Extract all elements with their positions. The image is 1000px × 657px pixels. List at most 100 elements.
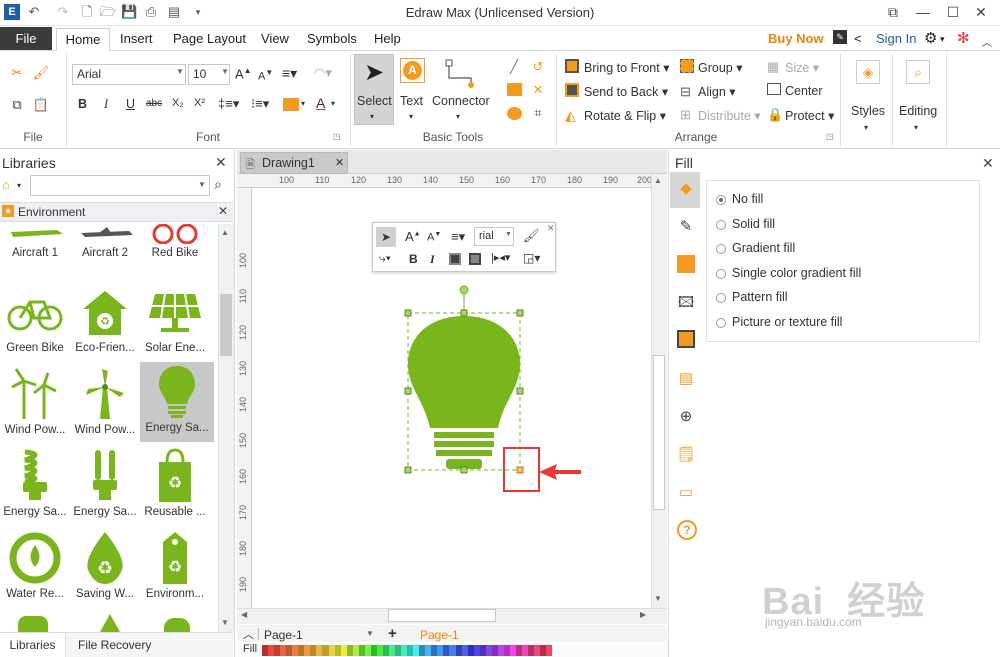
tab-page-layout[interactable]: Page Layout	[173, 31, 246, 46]
library-item-selected[interactable]: Energy Sa...	[140, 362, 214, 442]
radio-selected[interactable]	[716, 194, 726, 205]
fill-option-no-fill[interactable]: No fill	[716, 192, 763, 206]
send-back-icon[interactable]	[469, 253, 481, 265]
fill-option-solid[interactable]: Solid fill	[716, 217, 775, 231]
restore-icon[interactable]: ⧉	[878, 2, 908, 22]
close-icon[interactable]: ✕	[547, 223, 555, 234]
resize-handle[interactable]	[404, 309, 412, 317]
settings-dropdown-icon[interactable]: ▾	[940, 34, 945, 45]
buy-now-link[interactable]: Buy Now	[768, 31, 824, 46]
rotation-handle[interactable]	[459, 285, 469, 295]
format-painter-icon[interactable]: 🖌	[32, 64, 50, 82]
size-button[interactable]: Size ▾	[785, 60, 819, 75]
tab-symbols[interactable]: Symbols	[307, 31, 357, 46]
subscript-icon[interactable]: X₂	[172, 97, 184, 109]
library-item-partial[interactable]	[100, 614, 120, 632]
chevron-down-icon[interactable]: ▾	[864, 123, 868, 132]
shrink-font-icon[interactable]: A▼	[427, 231, 441, 244]
scroll-thumb[interactable]	[388, 609, 496, 622]
library-item[interactable]: ♻ Saving W...	[70, 528, 140, 600]
chevron-down-icon[interactable]: ▾	[409, 112, 413, 121]
ellipse-tool-icon[interactable]	[507, 107, 522, 120]
library-item[interactable]: ♻ Environm...	[140, 528, 210, 600]
color-palette[interactable]	[262, 645, 553, 656]
scroll-thumb[interactable]	[653, 355, 665, 510]
radio[interactable]	[716, 219, 726, 230]
bold-icon[interactable]: B	[78, 97, 87, 111]
edraw-apps-icon[interactable]: ✻	[957, 29, 970, 47]
superscript-icon[interactable]: X²	[194, 97, 205, 109]
fill-option-picture[interactable]: Picture or texture fill	[716, 315, 842, 329]
italic-icon[interactable]: I	[104, 97, 108, 112]
grow-font-icon[interactable]: A▲	[405, 229, 421, 244]
arc-tool-icon[interactable]: ↺	[529, 58, 547, 76]
file-recovery-tab[interactable]: File Recovery	[78, 638, 151, 652]
library-item[interactable]: Energy Sa...	[0, 446, 70, 518]
align-text-icon[interactable]: ≡▾	[451, 229, 465, 245]
distribute-icon[interactable]: |▸◂▾	[491, 251, 510, 264]
globe-icon[interactable]: ⊕	[675, 406, 697, 428]
more-tools-icon[interactable]: ◲▾	[523, 251, 540, 265]
bring-front-icon[interactable]	[449, 253, 461, 265]
data-icon[interactable]: ▤	[675, 368, 697, 390]
resize-handle[interactable]	[404, 466, 412, 474]
fill-option-single-gradient[interactable]: Single color gradient fill	[716, 266, 861, 280]
chevron-down-icon[interactable]: ▾	[456, 112, 460, 121]
cart-icon[interactable]: ✎	[833, 30, 847, 44]
grow-font-icon[interactable]: A▲	[235, 66, 252, 81]
italic-icon[interactable]: I	[430, 252, 435, 267]
scroll-thumb[interactable]	[220, 294, 232, 356]
minimize-icon[interactable]: —	[908, 2, 938, 22]
close-category-icon[interactable]: ✕	[218, 204, 228, 218]
cut-icon[interactable]: ✂	[8, 64, 26, 82]
library-scrollbar[interactable]	[218, 224, 234, 632]
picture-icon[interactable]: 🖾	[675, 292, 697, 314]
shadow-icon[interactable]	[677, 255, 695, 273]
arrange-dialog-launcher-icon[interactable]: ◳	[826, 132, 834, 141]
chevron-down-icon[interactable]: ▾	[17, 181, 21, 190]
library-item[interactable]: Energy Sa...	[70, 446, 140, 518]
comment-icon[interactable]: ▭	[675, 482, 697, 504]
strikethrough-icon[interactable]: abc	[146, 98, 162, 109]
close-tab-icon[interactable]: ✕	[335, 156, 344, 169]
library-item[interactable]: Water Re...	[0, 528, 70, 600]
pen-tool-icon[interactable]: ✕	[529, 81, 547, 99]
help-icon[interactable]: ?	[677, 520, 697, 540]
library-item[interactable]: Aircraft 1	[0, 224, 70, 259]
radio[interactable]	[716, 317, 726, 328]
chevron-down-icon[interactable]: ▼	[198, 180, 206, 189]
close-icon[interactable]: ✕	[966, 2, 996, 22]
center-button[interactable]: Center	[785, 84, 823, 98]
resize-handle[interactable]	[516, 387, 524, 395]
library-item[interactable]: ♻ Eco-Frien...	[70, 282, 140, 354]
collapse-ribbon-icon[interactable]: ︿	[982, 34, 992, 49]
fill-option-gradient[interactable]: Gradient fill	[716, 241, 795, 255]
rotate-flip-button[interactable]: Rotate & Flip ▾	[584, 108, 666, 123]
connector-icon[interactable]	[444, 58, 476, 90]
scroll-right-icon[interactable]: ▶	[640, 610, 646, 619]
library-item[interactable]: Wind Pow...	[70, 364, 140, 436]
library-item[interactable]: Aircraft 2	[70, 224, 140, 259]
maximize-icon[interactable]: ☐	[938, 2, 968, 22]
styles-button[interactable]: Styles	[851, 104, 885, 118]
font-name-combo[interactable]: Arial	[72, 64, 186, 85]
rectangle-tool-icon[interactable]	[507, 83, 522, 96]
editing-button[interactable]: Editing	[899, 104, 937, 118]
chevron-down-icon[interactable]: ▾	[331, 99, 335, 108]
tab-view[interactable]: View	[261, 31, 289, 46]
share-icon[interactable]: <	[854, 31, 862, 46]
library-item[interactable]: ♻ Reusable ...	[140, 446, 210, 518]
chevron-down-icon[interactable]: ▼	[221, 67, 229, 76]
send-to-back-button[interactable]: Send to Back ▾	[584, 84, 668, 99]
line-spacing-icon[interactable]: ‡≡▾	[218, 96, 239, 112]
radio[interactable]	[716, 292, 726, 303]
page-selector[interactable]: Page-1	[264, 628, 303, 642]
font-color-icon[interactable]: A	[316, 95, 325, 111]
underline-icon[interactable]: U	[126, 97, 135, 111]
page-tab[interactable]: Page-1	[420, 628, 459, 642]
chevron-down-icon[interactable]: ▾	[301, 99, 305, 108]
tab-help[interactable]: Help	[374, 31, 401, 46]
radio[interactable]	[716, 268, 726, 279]
bullets-icon[interactable]: ⁝≡▾	[251, 96, 269, 112]
search-icon[interactable]: ⌕	[214, 176, 222, 193]
